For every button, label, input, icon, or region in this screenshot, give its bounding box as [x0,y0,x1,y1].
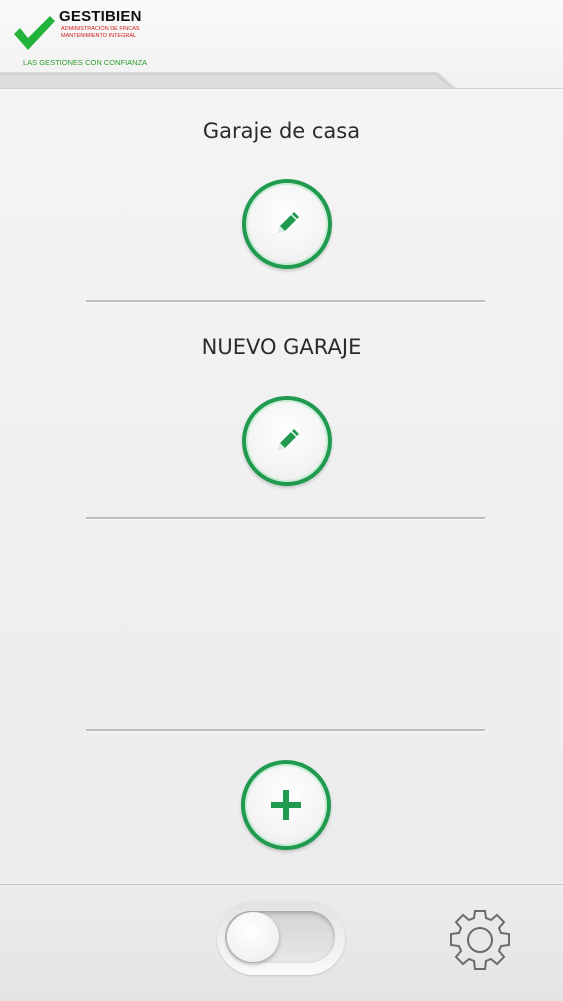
toggle-track [225,911,335,963]
pencil-icon [278,429,299,450]
toggle-switch[interactable] [217,901,345,975]
gear-icon[interactable] [447,907,513,973]
logo-subtitle-2: MANTENIMIENTO INTEGRAL [61,33,137,39]
pencil-icon [278,212,299,233]
add-garage-button[interactable] [241,760,331,850]
divider [86,729,485,732]
header-tab-decoration [0,72,456,89]
edit-garage-button[interactable] [242,179,332,269]
check-logo-icon [14,16,55,50]
logo-brand: GESTIBIEN [59,8,142,25]
toggle-knob[interactable] [227,912,279,962]
garage-name: NUEVO GARAJE [201,335,362,359]
divider [86,517,485,520]
garage-list: Garaje de casa NUEVO GARAJE [0,88,563,885]
garage-name: Garaje de casa [202,119,361,143]
edit-garage-button[interactable] [242,396,332,486]
app-header: GESTIBIEN ADMINISTRACIÓN DE FINCAS MANTE… [0,0,563,89]
divider [86,300,485,303]
bottom-bar [0,884,563,1001]
gestibien-logo: GESTIBIEN ADMINISTRACIÓN DE FINCAS MANTE… [12,8,147,70]
plus-icon [271,790,301,820]
logo-subtitle-1: ADMINISTRACIÓN DE FINCAS [61,26,140,32]
